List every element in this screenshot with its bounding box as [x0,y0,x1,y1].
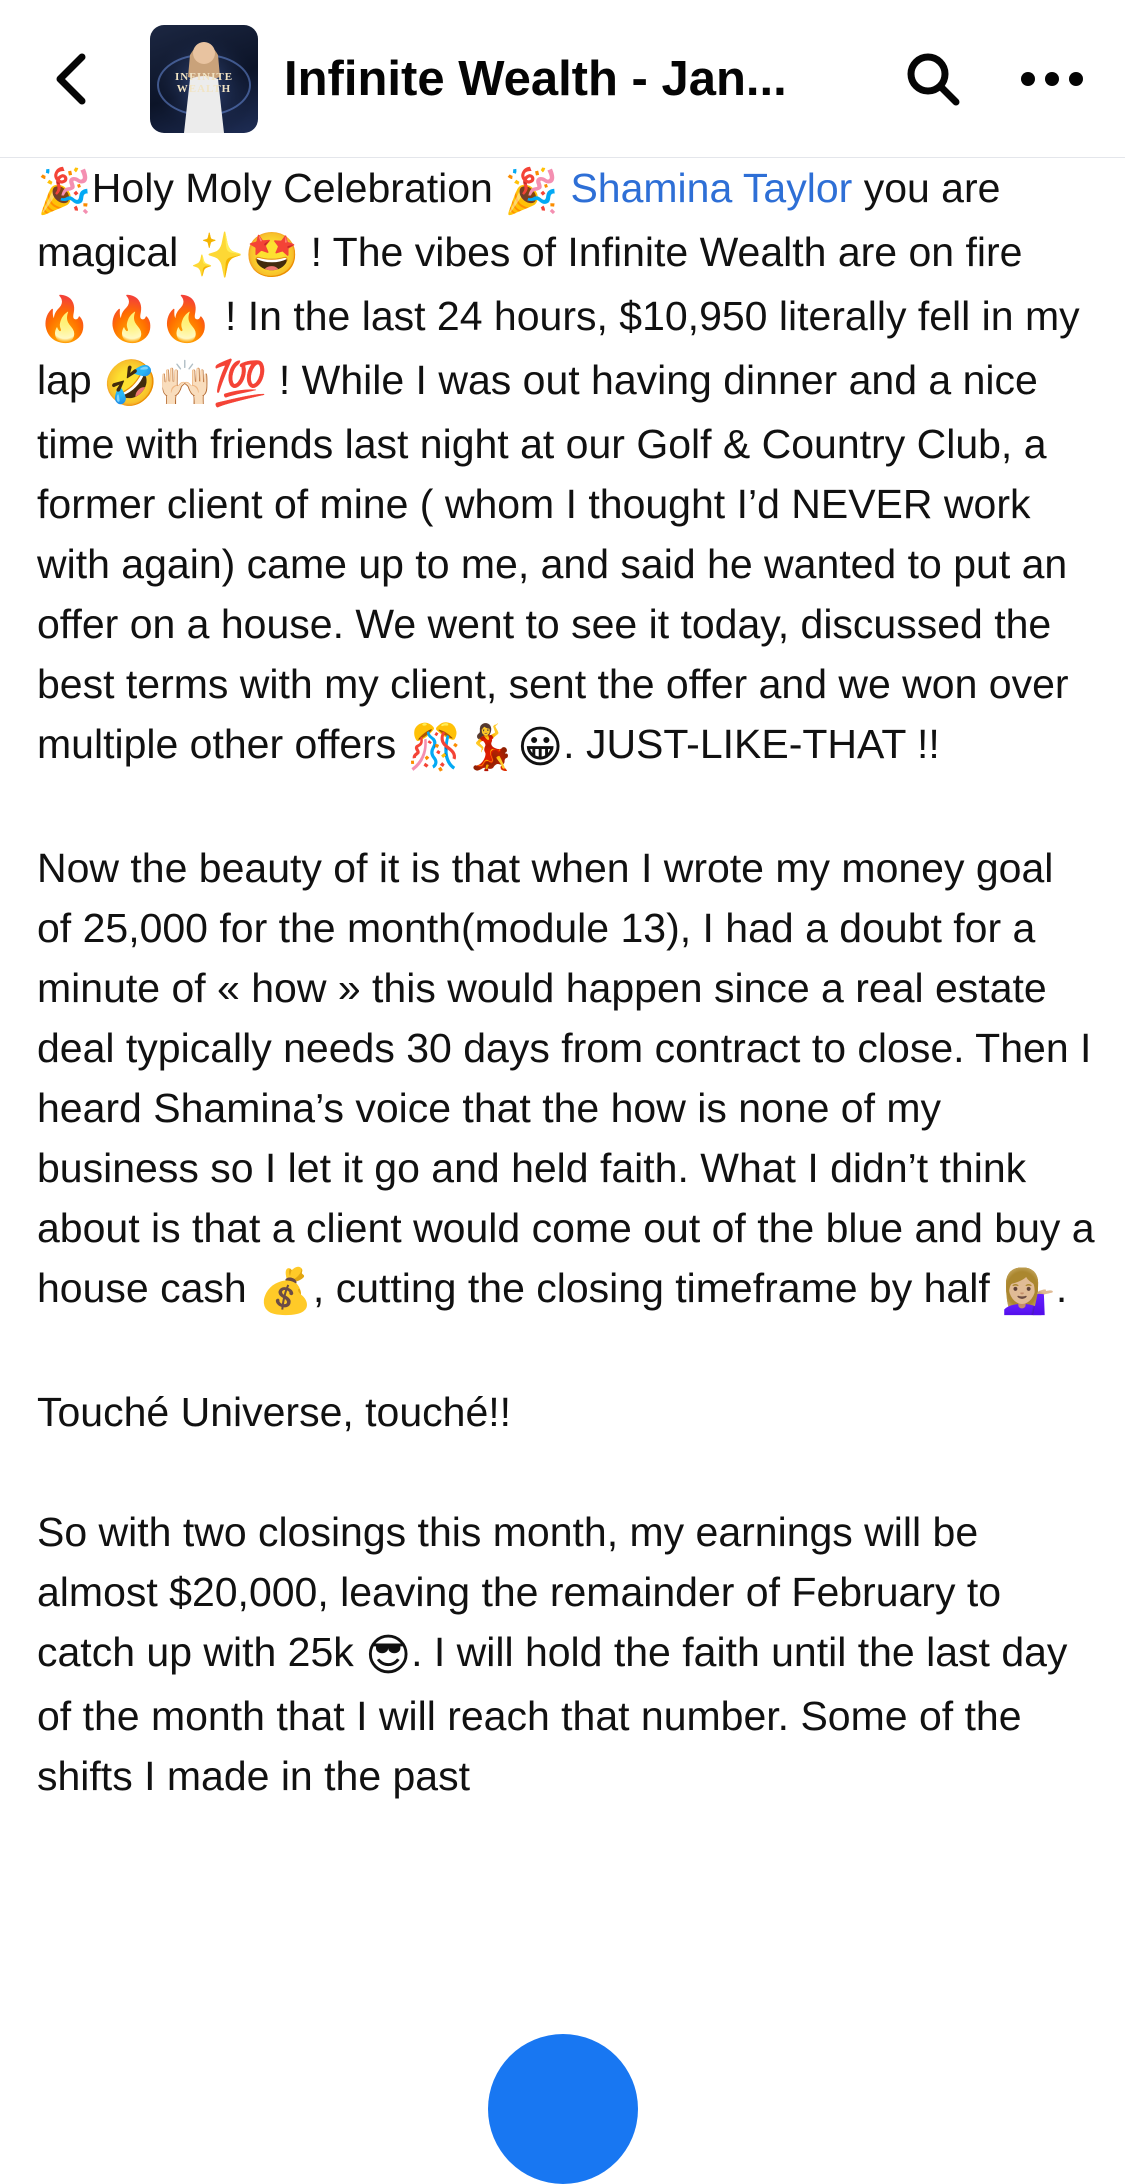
post-paragraph-4: So with two closings this month, my earn… [37,1502,1097,1806]
group-avatar[interactable]: INFINITE WEALTH [150,25,258,133]
mention-link[interactable]: Shamina Taylor [570,165,852,211]
more-horizontal-icon [1021,72,1083,86]
post-text: ! The vibes of Infinite Wealth are on fi… [299,229,1023,275]
sunglasses-emoji: 😎 [365,1631,412,1680]
money-bag-emoji: 💰 [258,1267,313,1316]
post-text: ! While I was out having dinner and a ni… [37,357,1069,767]
post-paragraph-1: 🎉Holy Moly Celebration 🎉 Shamina Taylor … [37,158,1097,778]
post-paragraph-2: Now the beauty of it is that when I wrot… [37,838,1097,1322]
post-text: . JUST-LIKE-THAT !! [563,721,940,767]
post-text: , cutting the closing timeframe by half [312,1265,1002,1311]
search-icon [907,53,960,106]
party-popper-emoji: 🎉 [504,167,560,216]
party-popper-emoji: 🎉 [37,167,92,216]
post-text: Now the beauty of it is that when I wrot… [37,845,1095,1311]
post-text: Touché Universe, touché!! [37,1389,512,1435]
back-button[interactable] [40,42,100,116]
sparkles-star-struck-emoji: ✨🤩 [189,231,300,280]
search-button[interactable] [896,42,970,116]
chevron-left-icon [56,53,86,105]
post-text: . [1055,1265,1068,1311]
group-title[interactable]: Infinite Wealth - Jan... [284,42,844,116]
tipping-hand-emoji: 💁🏼‍♀️ [1001,1267,1056,1316]
post-body: 🎉Holy Moly Celebration 🎉 Shamina Taylor … [37,158,1097,1806]
group-avatar-logo-text: INFINITE WEALTH [174,71,234,95]
more-options-button[interactable] [1015,42,1089,116]
laughing-raised-hands-hundred-emoji: 🤣🙌🏻💯 [103,359,268,408]
post-paragraph-3: Touché Universe, touché!! [37,1382,1097,1442]
post-text: Holy Moly Celebration [91,165,505,211]
top-navigation-bar: INFINITE WEALTH Infinite Wealth - Jan... [0,0,1125,158]
confetti-dancer-grin-emoji: 🎊💃😀 [407,723,564,772]
floating-action-button[interactable] [488,2034,638,2184]
fire-emoji: 🔥 🔥🔥 [37,295,214,344]
